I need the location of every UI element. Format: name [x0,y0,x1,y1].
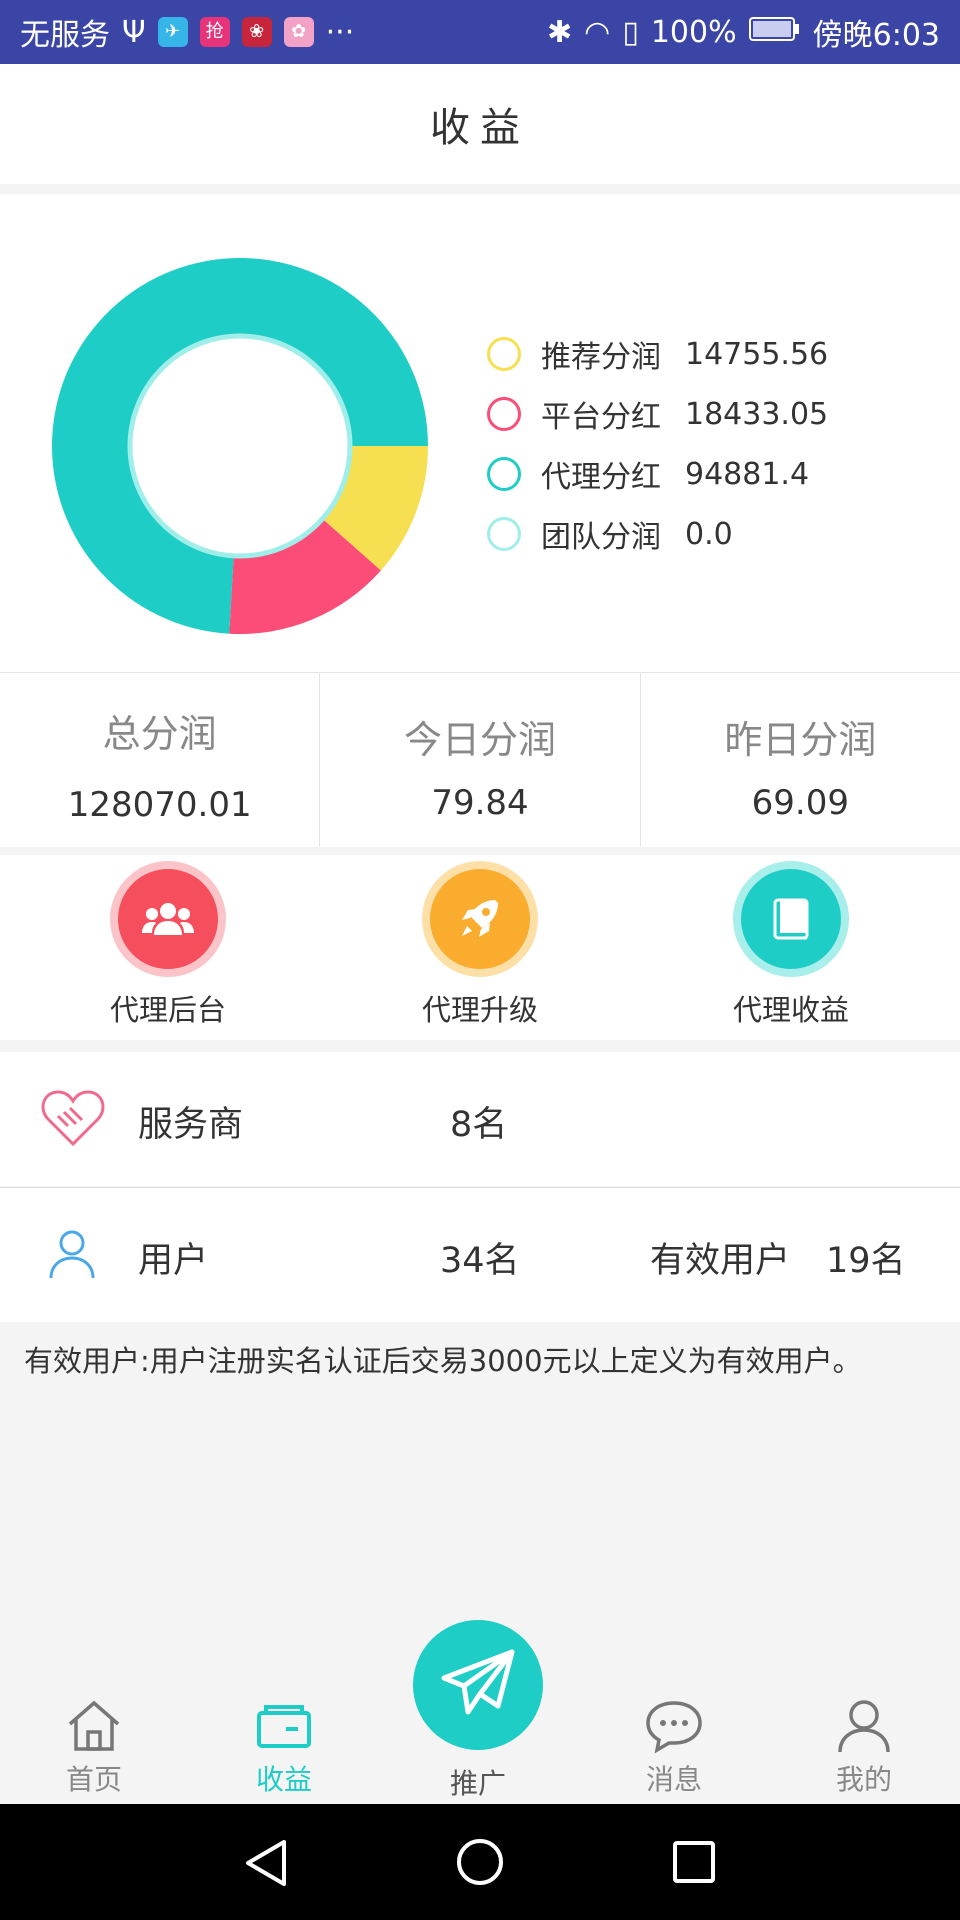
valid-users-label: 有效用户 [650,1241,791,1281]
legend-label: 团队分润 [541,520,661,555]
back-icon[interactable] [244,1838,290,1892]
agent-backend-button[interactable]: 代理后台 [68,869,268,1029]
paper-plane-icon [440,1648,516,1722]
legend-swatch [487,397,521,431]
recents-icon[interactable] [672,1840,716,1888]
quick-action-label: 代理收益 [732,993,849,1027]
battery-percent: 100% [650,14,737,50]
home-icon [34,1694,154,1758]
service-provider-count: 8名 [450,1105,508,1145]
earnings-summary: 总分润 128070.01 今日分润 79.84 昨日分润 69.09 [0,672,960,847]
tab-label: 收益 [255,1763,312,1796]
users-row[interactable]: 用户 34名 有效用户 19名 [0,1187,960,1322]
legend-item: 团队分润 0.0 [487,504,828,564]
legend-item: 推荐分润 14755.56 [487,324,828,384]
stat-value: 128070.01 [67,785,252,825]
earnings-donut-chart [51,258,429,634]
rocket-icon [430,869,530,969]
usb-icon: Ψ [122,14,146,50]
stat-total: 总分润 128070.01 [0,673,321,847]
quick-action-label: 代理升级 [421,993,538,1027]
legend-value: 94881.4 [685,456,810,492]
agent-earnings-button[interactable]: 代理收益 [691,869,891,1029]
stat-title: 总分润 [102,712,217,756]
tab-messages[interactable]: 消息 [614,1694,734,1798]
tab-label: 首页 [65,1763,122,1796]
users-count: 34名 [440,1241,520,1281]
users-label: 用户 [138,1241,209,1281]
photos-icon: ✿ [283,17,314,47]
tab-home[interactable]: 首页 [34,1694,154,1798]
sim-icon: ▯ [622,14,639,50]
stat-yesterday: 昨日分润 69.09 [641,673,960,847]
chart-legend: 推荐分润 14755.56 平台分红 18433.05 代理分红 94881.4… [487,324,828,564]
legend-item: 代理分红 94881.4 [487,444,828,504]
huawei-icon: ❀ [241,17,272,47]
tab-earnings[interactable]: 收益 [224,1694,344,1798]
agent-upgrade-button[interactable]: 代理升级 [380,869,580,1029]
stat-value: 69.09 [751,783,849,823]
wifi-icon: ◠ [584,14,611,50]
user-icon [48,1228,96,1289]
service-provider-row[interactable]: 服务商 8名 [0,1052,960,1186]
clock: 傍晚6:03 [812,18,940,53]
legend-item: 平台分红 18433.05 [487,384,828,444]
battery-icon [748,15,801,50]
earnings-chart-card: 推荐分润 14755.56 平台分红 18433.05 代理分红 94881.4… [0,194,960,672]
legend-value: 0.0 [685,516,733,552]
stat-title: 昨日分润 [724,718,877,762]
wallet-icon [224,1694,344,1758]
app-notification-icon: 抢 [199,17,230,47]
page-title: 收益 [430,105,530,151]
legend-swatch [487,457,521,491]
group-icon [118,869,218,969]
tab-label: 消息 [645,1763,702,1796]
book-icon [741,869,841,969]
chat-icon [614,1694,734,1758]
legend-value: 18433.05 [685,396,829,432]
profile-icon [804,1694,924,1758]
valid-user-note: 有效用户:用户注册实名认证后交易3000元以上定义为有效用户。 [24,1344,862,1378]
legend-swatch [487,337,521,371]
app-notification-icon: ✈ [157,17,188,47]
system-nav-bar [0,1804,960,1920]
legend-value: 14755.56 [685,336,829,372]
stat-today: 今日分润 79.84 [320,673,641,847]
status-bar: 无服务 Ψ ✈ 抢 ❀ ✿ ··· ✱ ◠ ▯ 100% 傍晚6:03 [0,0,960,64]
bluetooth-icon: ✱ [547,14,573,50]
handshake-heart-icon [40,1088,106,1157]
donut-hole [127,333,353,559]
tab-profile[interactable]: 我的 [804,1694,924,1798]
stat-title: 今日分润 [403,718,556,762]
quick-actions: 代理后台 代理升级 代理收益 [0,855,960,1040]
tab-label: 我的 [835,1763,892,1796]
tab-promote-label: 推广 [449,1767,506,1800]
legend-label: 推荐分润 [541,340,661,375]
promote-button[interactable] [413,1620,543,1750]
more-notifications-icon: ··· [325,14,355,50]
legend-label: 代理分红 [541,460,661,495]
legend-label: 平台分红 [541,400,661,435]
quick-action-label: 代理后台 [109,993,226,1027]
legend-swatch [487,517,521,551]
home-circle-icon[interactable] [456,1838,504,1890]
stat-value: 79.84 [431,783,529,823]
service-provider-label: 服务商 [138,1105,244,1145]
carrier-text: 无服务 [20,18,110,53]
page-header: 收益 [0,64,960,184]
valid-users-count: 19名 [826,1241,906,1281]
